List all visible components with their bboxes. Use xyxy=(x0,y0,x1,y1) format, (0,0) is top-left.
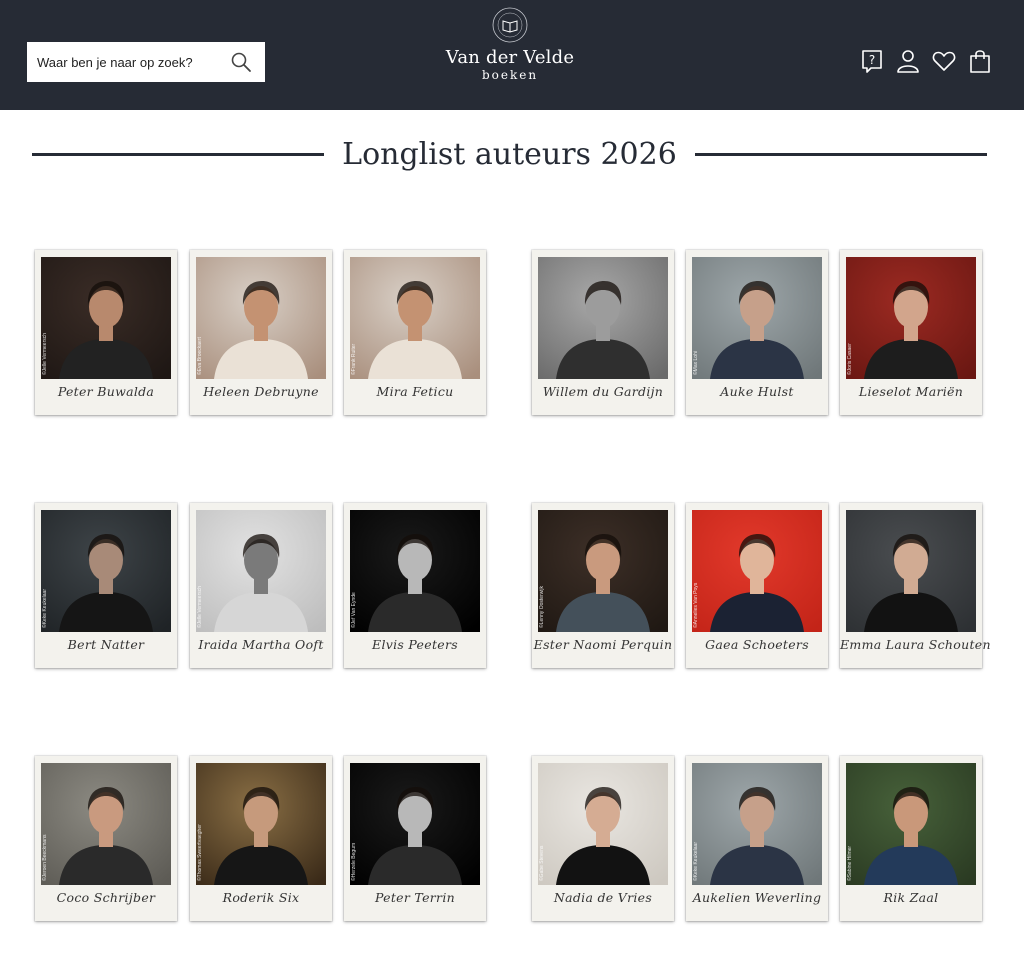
photo-credit: ©Frank Ruiter xyxy=(351,343,357,375)
author-photo xyxy=(538,257,668,379)
author-card[interactable]: ©Annelies Van Poys Gaea Schoeters xyxy=(686,503,828,668)
search-input[interactable] xyxy=(37,54,227,70)
author-name: Ester Naomi Perquin xyxy=(533,637,673,652)
author-photo: ©Eva Broeckaert xyxy=(196,257,326,379)
photo-credit: ©Keke Keukelaar xyxy=(42,589,48,628)
author-photo: ©Gabe Stevens xyxy=(538,763,668,885)
author-name: Emma Laura Schouten xyxy=(840,637,991,652)
author-card[interactable]: ©Jelle Vermeersch Peter Buwalda xyxy=(35,250,177,415)
logo-name: Van der Velde xyxy=(445,47,575,68)
author-card[interactable]: ©Eva Broeckaert Heleen Debruyne xyxy=(190,250,332,415)
author-name: Lieselot Mariën xyxy=(858,384,964,399)
photo-credit: ©Lenny Oosterwijk xyxy=(539,585,545,628)
author-photo: ©Joris Casaer xyxy=(846,257,976,379)
author-card[interactable]: ©Gabe Stevens Nadia de Vries xyxy=(532,756,674,921)
author-photo: ©Sabine Hilmer xyxy=(846,763,976,885)
author-name: Coco Schrijber xyxy=(56,890,156,905)
logo-seal xyxy=(491,6,529,44)
author-photo: ©Herzele Begum xyxy=(350,763,480,885)
author-photo xyxy=(846,510,976,632)
account-icon[interactable] xyxy=(896,48,920,74)
author-name: Heleen Debruyne xyxy=(203,384,319,399)
author-card[interactable]: ©Max Lohi Auke Hulst xyxy=(686,250,828,415)
photo-credit: ©Annelies Van Poys xyxy=(693,582,699,628)
author-card[interactable]: ©Herzele Begum Peter Terrin xyxy=(344,756,486,921)
author-card[interactable]: Willem du Gardijn xyxy=(532,250,674,415)
author-photo: ©Keke Keukelaar xyxy=(41,510,171,632)
author-card[interactable]: ©Sabine Hilmer Rik Zaal xyxy=(840,756,982,921)
author-card[interactable]: ©Jef Van Eynde Elvis Peeters xyxy=(344,503,486,668)
author-card[interactable]: ©Keke Keukelaar Bert Natter xyxy=(35,503,177,668)
author-name: Iraida Martha Ooft xyxy=(198,637,324,652)
author-card[interactable]: ©Jeroen Beeckmans Coco Schrijber xyxy=(35,756,177,921)
author-photo: ©Jelle Vermeersch xyxy=(41,257,171,379)
title-divider-left xyxy=(32,152,325,156)
cart-icon[interactable] xyxy=(968,48,992,74)
author-photo: ©Jeroen Beeckmans xyxy=(41,763,171,885)
author-card[interactable]: ©Thomas Sweertvaegher Roderik Six xyxy=(190,756,332,921)
title-divider-right xyxy=(694,152,987,156)
author-name: Peter Buwalda xyxy=(57,384,155,399)
photo-credit: ©Sabine Hilmer xyxy=(847,845,853,881)
photo-credit: ©Thomas Sweertvaegher xyxy=(197,824,203,881)
photo-credit: ©Jelle Vermeersch xyxy=(42,332,48,375)
author-photo: ©Thomas Sweertvaegher xyxy=(196,763,326,885)
author-name: Bert Natter xyxy=(67,637,145,652)
author-name: Willem du Gardijn xyxy=(542,384,664,399)
author-name: Peter Terrin xyxy=(375,890,455,905)
author-card[interactable]: ©Joris Casaer Lieselot Mariën xyxy=(840,250,982,415)
site-logo[interactable]: Van der Velde boeken xyxy=(440,6,580,82)
author-photo: ©Keke Keukelaar xyxy=(692,763,822,885)
author-name: Rik Zaal xyxy=(883,890,939,905)
author-photo: ©Jelle Vermeersch xyxy=(196,510,326,632)
author-name: Elvis Peeters xyxy=(372,637,458,652)
logo-subtitle: boeken xyxy=(481,68,539,82)
author-photo: ©Lenny Oosterwijk xyxy=(538,510,668,632)
photo-credit: ©Max Lohi xyxy=(693,351,699,375)
author-name: Mira Feticu xyxy=(376,384,454,399)
header-icons: ? xyxy=(860,48,992,74)
author-name: Auke Hulst xyxy=(720,384,794,399)
author-card[interactable]: ©Frank Ruiter Mira Feticu xyxy=(344,250,486,415)
search-icon[interactable] xyxy=(227,48,255,76)
author-name: Gaea Schoeters xyxy=(705,637,809,652)
photo-credit: ©Eva Broeckaert xyxy=(197,337,203,375)
author-name: Roderik Six xyxy=(222,890,300,905)
title-row: Longlist auteurs 2026 xyxy=(32,132,987,176)
author-card[interactable]: ©Lenny Oosterwijk Ester Naomi Perquin xyxy=(532,503,674,668)
photo-credit: ©Herzele Begum xyxy=(351,842,357,881)
page-title: Longlist auteurs 2026 xyxy=(342,136,677,172)
photo-credit: ©Jef Van Eynde xyxy=(351,592,357,628)
author-card[interactable]: ©Jelle Vermeersch Iraida Martha Ooft xyxy=(190,503,332,668)
author-card[interactable]: ©Keke Keukelaar Aukelien Weverling xyxy=(686,756,828,921)
author-photo: ©Annelies Van Poys xyxy=(692,510,822,632)
photo-credit: ©Jeroen Beeckmans xyxy=(42,834,48,881)
svg-text:?: ? xyxy=(869,53,875,67)
site-header: Van der Velde boeken ? xyxy=(0,0,1024,110)
help-icon[interactable]: ? xyxy=(860,48,884,74)
photo-credit: ©Joris Casaer xyxy=(847,343,853,375)
author-photo: ©Frank Ruiter xyxy=(350,257,480,379)
photo-credit: ©Gabe Stevens xyxy=(539,845,545,881)
author-photo: ©Jef Van Eynde xyxy=(350,510,480,632)
wishlist-icon[interactable] xyxy=(932,48,956,74)
author-name: Nadia de Vries xyxy=(553,890,653,905)
photo-credit: ©Jelle Vermeersch xyxy=(197,585,203,628)
author-name: Aukelien Weverling xyxy=(692,890,822,905)
author-photo: ©Max Lohi xyxy=(692,257,822,379)
author-card[interactable]: Emma Laura Schouten xyxy=(840,503,991,668)
search-bar xyxy=(27,42,265,82)
photo-credit: ©Keke Keukelaar xyxy=(693,842,699,881)
